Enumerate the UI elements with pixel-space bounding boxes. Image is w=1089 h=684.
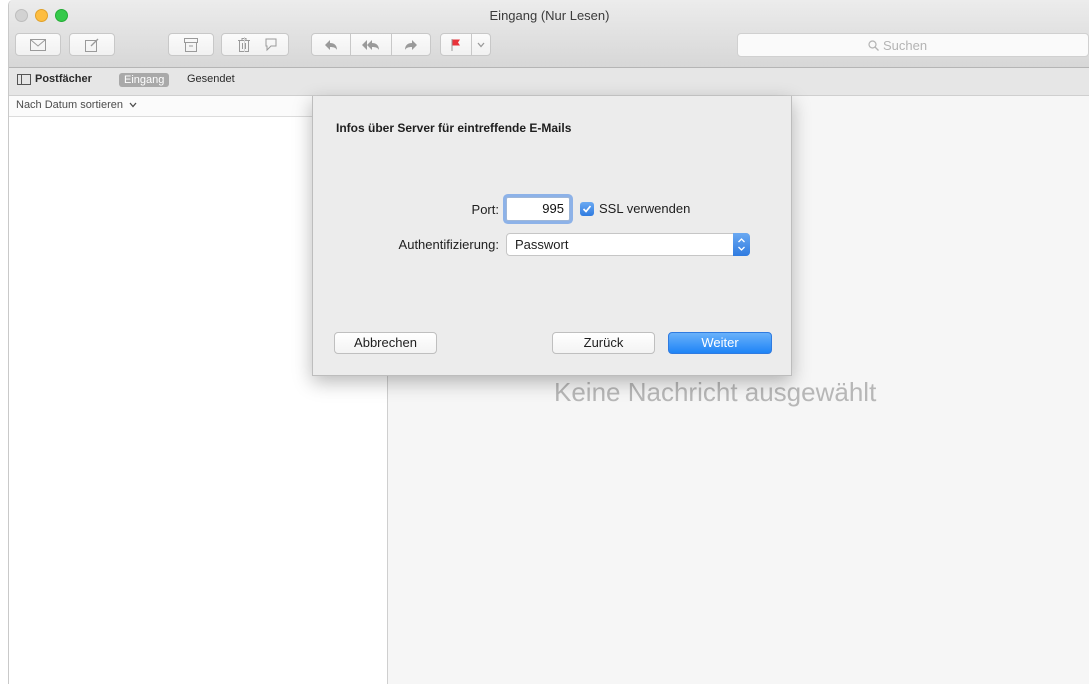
ssl-label: SSL verwenden [599, 201, 691, 216]
title-bar: Eingang (Nur Lesen) Suchen [9, 0, 1089, 68]
chevron-down-icon [477, 42, 485, 47]
window-title: Eingang (Nur Lesen) [489, 8, 610, 23]
compose-icon [85, 38, 99, 52]
junk-icon [265, 38, 276, 51]
search-icon [868, 40, 879, 51]
favorites-bar: Postfächer Eingang Gesendet [9, 68, 1089, 96]
incoming-server-dialog: Infos über Server für eintreffende E-Mai… [312, 96, 792, 376]
port-field[interactable]: 995 [506, 197, 570, 221]
reply-all-button[interactable] [350, 33, 392, 56]
flag-menu-button[interactable] [471, 33, 491, 56]
auth-value: Passwort [515, 237, 569, 252]
junk-button[interactable] [253, 33, 289, 56]
archive-button[interactable] [168, 33, 214, 56]
checkmark-icon [582, 205, 592, 213]
no-message-selected-text: Keine Nachricht ausgewählt [554, 377, 877, 407]
compose-button[interactable] [69, 33, 115, 56]
reply-icon [325, 39, 337, 50]
sort-label: Nach Datum sortieren [16, 99, 123, 111]
auth-select[interactable]: Passwort [506, 233, 750, 256]
dialog-title: Infos über Server für eintreffende E-Mai… [336, 121, 572, 135]
flag-button[interactable] [440, 33, 472, 56]
ssl-checkbox[interactable] [580, 202, 594, 216]
forward-icon [405, 39, 417, 50]
search-input[interactable]: Suchen [737, 33, 1089, 57]
toolbar-divider [244, 37, 245, 52]
reply-all-icon [362, 39, 379, 50]
cancel-button[interactable]: Abbrechen [334, 332, 437, 354]
sidebar-icon [17, 73, 31, 85]
search-placeholder-text: Suchen [883, 38, 928, 53]
port-label: Port: [471, 202, 499, 217]
mailboxes-toggle[interactable]: Postfächer [17, 73, 92, 85]
favorite-sent[interactable]: Gesendet [187, 73, 235, 85]
forward-button[interactable] [391, 33, 431, 56]
mailboxes-label: Postfächer [35, 73, 92, 85]
select-arrows-icon [733, 233, 750, 256]
search-placeholder: Suchen [868, 38, 927, 53]
chevron-down-icon [129, 102, 137, 108]
archive-icon [184, 37, 198, 52]
back-button[interactable]: Zurück [552, 332, 655, 354]
get-mail-icon [30, 38, 46, 51]
next-button[interactable]: Weiter [668, 332, 772, 354]
get-mail-button[interactable] [15, 33, 61, 56]
reply-button[interactable] [311, 33, 351, 56]
favorite-inbox[interactable]: Eingang [119, 73, 170, 87]
auth-label: Authentifizierung: [398, 237, 499, 252]
flag-icon [451, 38, 460, 51]
